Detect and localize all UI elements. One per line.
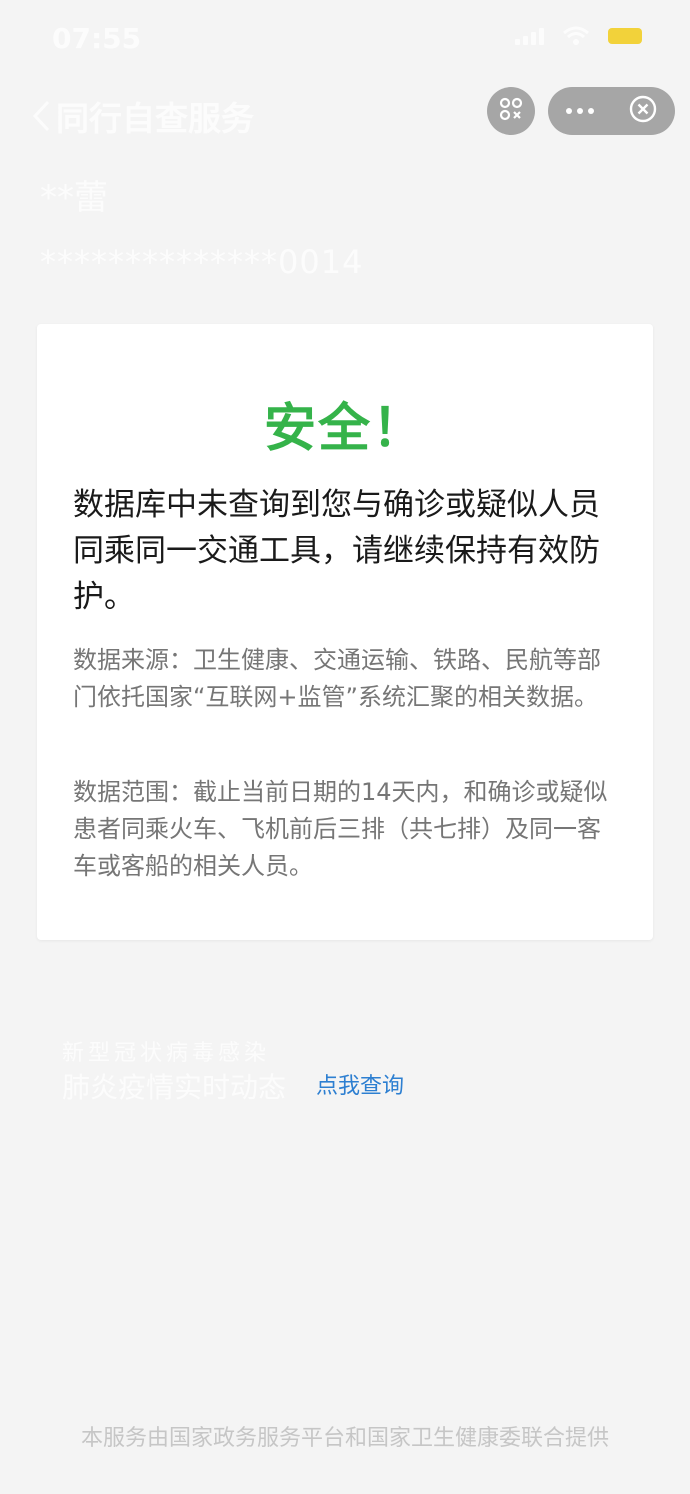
data-range-text: 数据范围：截止当前日期的14天内，和确诊或疑似患者同乘火车、飞机前后三排（共七排… <box>73 778 608 880</box>
result-title: 安全！ <box>263 399 426 459</box>
status-bar: 07:55 <box>0 0 690 80</box>
battery-icon <box>608 28 642 44</box>
nav-bar: 同行自查服务 <box>0 80 690 144</box>
close-icon <box>628 94 658 128</box>
more-button[interactable] <box>548 108 611 114</box>
status-time: 07:55 <box>52 22 142 55</box>
scan-icon <box>497 95 525 127</box>
chevron-left-icon <box>30 98 52 134</box>
footer-note: 本服务由国家政务服务平台和国家卫生健康委联合提供 <box>80 1426 609 1451</box>
data-source-text: 数据来源：卫生健康、交通运输、铁路、民航等部门依托国家“互联网+监管”系统汇聚的… <box>73 646 601 711</box>
result-card: 安全！ 数据库中未查询到您与确诊或疑似人员同乘同一交通工具，请继续保持有效防护。… <box>37 324 653 940</box>
wifi-icon <box>562 26 590 46</box>
user-id-masked: **************0014 <box>40 243 364 281</box>
close-button[interactable] <box>611 94 674 128</box>
signal-icon <box>515 27 544 45</box>
result-message: 数据库中未查询到您与确诊或疑似人员同乘同一交通工具，请继续保持有效防护。 <box>73 487 600 615</box>
nav-title: 同行自查服务 <box>56 99 254 138</box>
capsule-menu <box>548 87 675 135</box>
user-name: **蕾 <box>40 178 108 218</box>
more-icon <box>565 108 594 114</box>
query-link[interactable]: 点我查询 <box>316 1068 404 1100</box>
status-icons <box>515 26 642 46</box>
epidemic-tip-caption: 新型冠状病毒感染 <box>62 1041 271 1066</box>
scan-button[interactable] <box>487 87 535 135</box>
epidemic-tip-title: 肺炎疫情实时动态 <box>62 1071 287 1104</box>
back-button[interactable]: 同行自查服务 <box>30 92 254 140</box>
